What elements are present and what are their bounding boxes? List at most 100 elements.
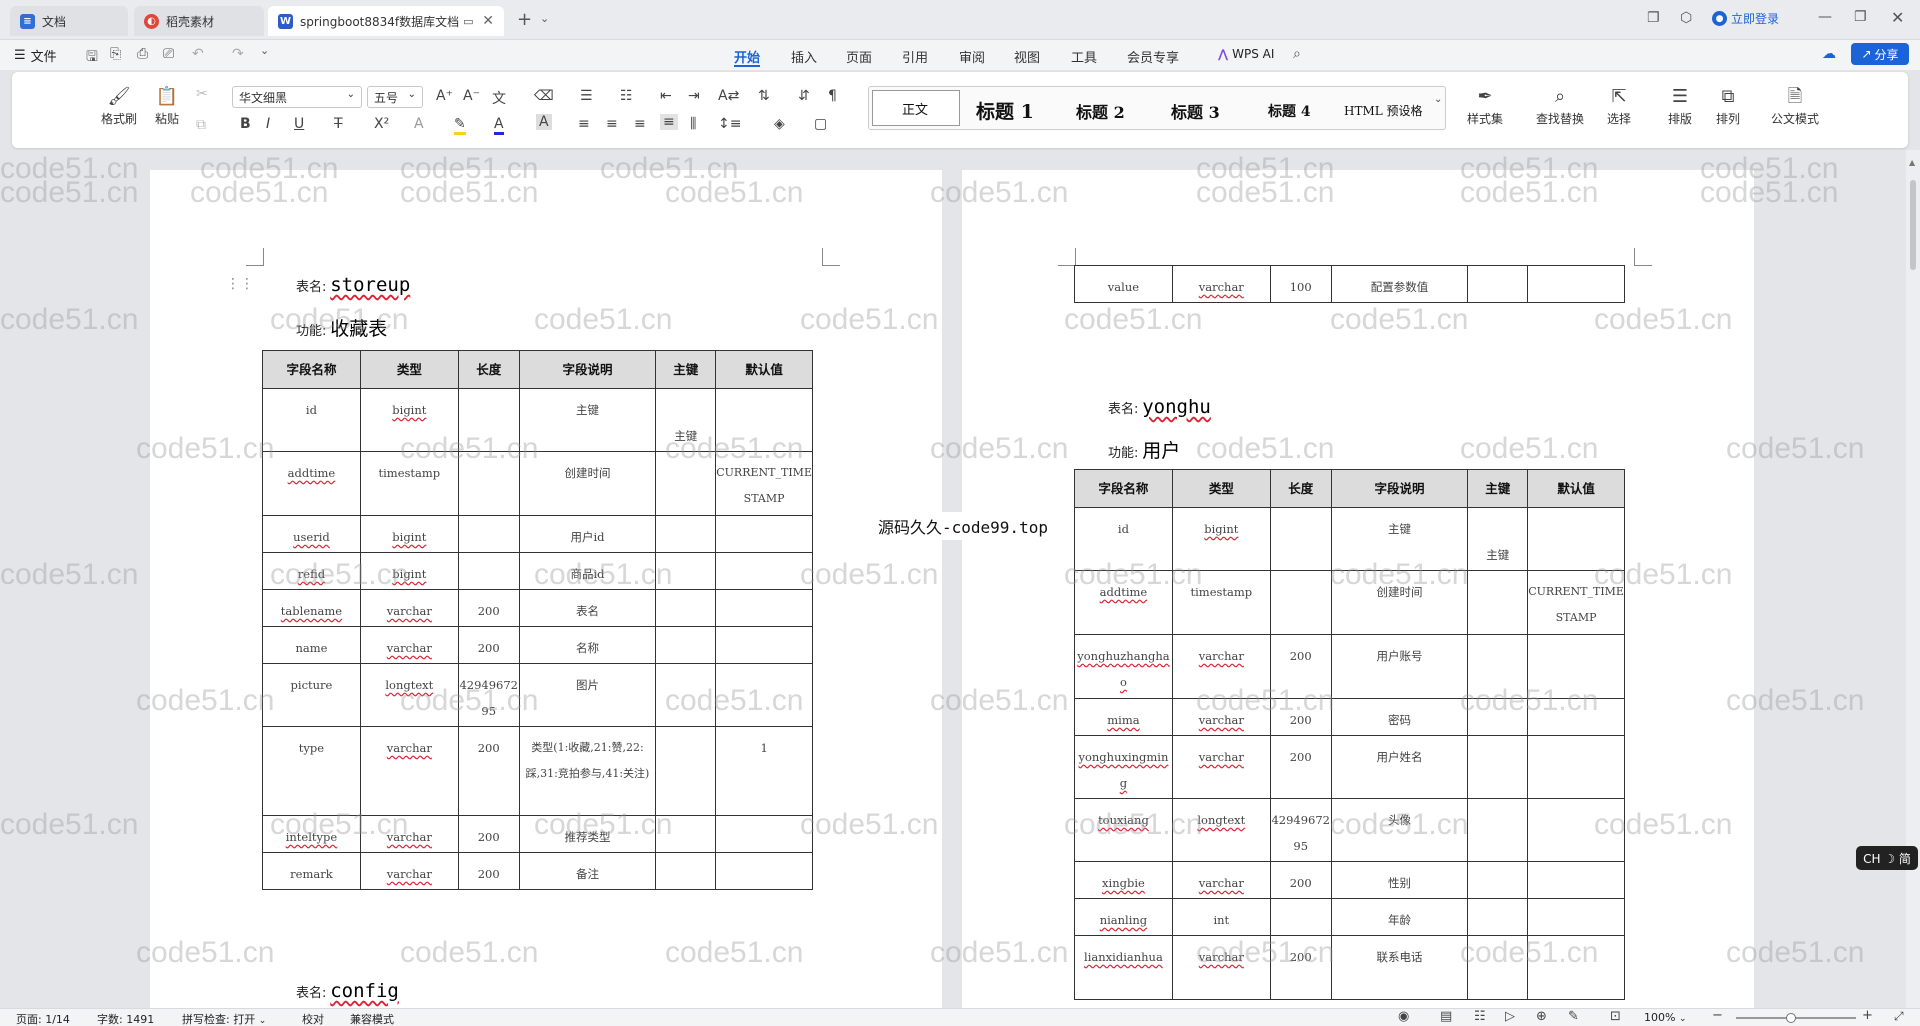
italic-icon[interactable]: I — [266, 116, 270, 132]
style-gallery-expand-icon[interactable]: ⌄ — [1434, 94, 1442, 105]
menu-home[interactable]: 开始 — [734, 47, 760, 66]
find-replace-button[interactable]: ⌕ 查找替换 — [1530, 84, 1590, 127]
zoom-in-icon[interactable]: + — [1862, 1008, 1873, 1023]
decrease-indent-icon[interactable]: ⇤ — [660, 88, 672, 104]
shrink-font-icon[interactable]: A⁻ — [463, 88, 480, 104]
proofread-button[interactable]: 校对 — [302, 1011, 324, 1026]
zoom-slider-track[interactable] — [1736, 1017, 1856, 1019]
print-preview-icon[interactable]: ⎚ — [163, 46, 174, 62]
redo-icon[interactable]: ↷ — [232, 46, 244, 62]
wps-ai-button[interactable]: ⋀ WPS AI — [1218, 47, 1274, 61]
style-heading-2[interactable]: 标题 2 — [1076, 99, 1125, 123]
style-set-button[interactable]: ✒ 样式集 — [1460, 84, 1510, 127]
new-tab-icon[interactable]: + — [517, 9, 532, 30]
paste-button[interactable]: 📋 粘贴 — [148, 84, 186, 127]
scissors-icon[interactable]: ✂ — [196, 86, 208, 102]
word-count[interactable]: 字数: 1491 — [97, 1011, 154, 1026]
undo-icon[interactable]: ↶ — [192, 46, 204, 62]
style-heading-3[interactable]: 标题 3 — [1171, 99, 1220, 123]
minimize-icon[interactable]: — — [1818, 9, 1832, 25]
strikethrough-icon[interactable]: T — [334, 116, 343, 132]
font-select[interactable]: 华文细黑 ⌄ — [232, 86, 362, 108]
outline-view-icon[interactable]: ☷ — [1474, 1009, 1486, 1024]
cube-icon[interactable]: ⬡ — [1680, 10, 1692, 26]
menu-page[interactable]: 页面 — [846, 47, 872, 66]
border-icon[interactable]: ▢ — [814, 116, 827, 132]
justify-icon[interactable]: ≡ — [660, 114, 678, 130]
menu-review[interactable]: 审阅 — [959, 47, 985, 66]
select-button[interactable]: ⇱ 选择 — [1598, 84, 1640, 127]
bullet-list-icon[interactable]: ☰ — [580, 88, 593, 104]
login-button[interactable]: ● 立即登录 — [1712, 10, 1779, 27]
more-chevron-icon[interactable]: ⌄ — [260, 44, 269, 57]
menu-tools[interactable]: 工具 — [1071, 47, 1097, 66]
page-view-icon[interactable]: ▤ — [1440, 1009, 1452, 1024]
zoom-level[interactable]: 100% ⌄ — [1644, 1011, 1687, 1024]
scroll-up-icon[interactable]: ▲ — [1909, 158, 1917, 168]
layout-button[interactable]: ☰ 排版 — [1658, 84, 1702, 127]
style-html-preset[interactable]: HTML 预设格 — [1344, 102, 1423, 119]
close-window-icon[interactable]: ✕ — [1891, 8, 1904, 27]
menu-view[interactable]: 视图 — [1014, 47, 1040, 66]
style-heading-4[interactable]: 标题 4 — [1268, 101, 1311, 121]
sort-icon[interactable]: ⇅ — [758, 88, 770, 104]
play-icon[interactable]: ▷ — [1505, 1009, 1515, 1024]
distribute-icon[interactable]: ⫼ — [690, 116, 696, 132]
export-icon[interactable]: ⎘ — [110, 46, 121, 62]
text-effect-icon[interactable]: A — [414, 116, 424, 132]
show-marks-icon[interactable]: ¶ — [828, 88, 837, 104]
fullscreen-icon[interactable]: ⤢ — [1894, 1009, 1904, 1024]
close-icon[interactable]: ✕ — [482, 13, 494, 29]
sort-az-icon[interactable]: ⇵ — [798, 88, 810, 104]
underline-icon[interactable]: U — [294, 116, 304, 132]
grow-font-icon[interactable]: A⁺ — [436, 88, 453, 104]
page-count[interactable]: 页面: 1/14 — [16, 1011, 70, 1026]
ime-indicator[interactable]: CH ☽ 简 — [1856, 846, 1918, 870]
tab-document[interactable]: W springboot8834f数据库文档 ▭ ✕ — [268, 6, 504, 36]
scrollbar-thumb[interactable] — [1910, 180, 1916, 270]
tab-docer[interactable]: ◐ 稻壳素材 — [134, 6, 264, 36]
window-icon[interactable]: ❐ — [1647, 10, 1660, 26]
zoom-slider-thumb[interactable] — [1786, 1013, 1796, 1023]
zoom-out-icon[interactable]: − — [1712, 1008, 1723, 1023]
eye-protect-icon[interactable]: ◉ — [1398, 1009, 1409, 1024]
save-icon[interactable]: 🖫 — [86, 46, 98, 70]
cloud-upload-icon[interactable]: ☁ — [1822, 46, 1836, 62]
highlight-icon[interactable]: ✎ — [454, 116, 466, 135]
pen-icon[interactable]: ✎ — [1568, 1009, 1579, 1024]
line-spacing-icon[interactable]: ↕≡ — [718, 116, 741, 132]
share-button[interactable]: ↗ 分享 — [1851, 43, 1909, 65]
search-icon[interactable]: ⌕ — [1293, 46, 1301, 62]
align-left-icon[interactable]: ≡ — [578, 116, 590, 132]
font-color-icon[interactable]: A — [494, 116, 504, 135]
copy-icon[interactable]: ⧉ — [196, 117, 206, 133]
monitor-icon[interactable]: ▭ — [463, 15, 473, 28]
shading-icon[interactable]: ◈ — [774, 116, 785, 132]
web-view-icon[interactable]: ⊕ — [1536, 1009, 1547, 1024]
menu-insert[interactable]: 插入 — [791, 47, 817, 66]
arrange-button[interactable]: ⧉ 排列 — [1706, 84, 1750, 127]
menu-member[interactable]: 会员专享 — [1127, 47, 1179, 66]
bold-icon[interactable]: B — [240, 116, 251, 132]
increase-indent-icon[interactable]: ⇥ — [688, 88, 700, 104]
text-direction-icon[interactable]: A⇄ — [718, 88, 739, 104]
official-mode-button[interactable]: 🗎 公文模式 — [1764, 84, 1826, 127]
menu-references[interactable]: 引用 — [902, 47, 928, 66]
tab-docs[interactable]: ≡ 文档 — [10, 6, 128, 36]
format-painter-button[interactable]: 🖌 格式刷 — [100, 84, 138, 127]
align-center-icon[interactable]: ≡ — [606, 116, 618, 132]
fit-page-icon[interactable]: ⊡ — [1610, 1009, 1621, 1024]
char-shading-icon[interactable]: A — [536, 114, 552, 130]
chevron-down-icon[interactable]: ⌄ — [540, 12, 549, 25]
print-icon[interactable]: ⎙ — [137, 46, 148, 62]
restore-icon[interactable]: ❐ — [1854, 9, 1867, 25]
eraser-icon[interactable]: ⌫ — [534, 88, 554, 104]
vertical-scrollbar[interactable]: ▲ — [1906, 150, 1920, 1008]
superscript-icon[interactable]: X² — [374, 116, 389, 132]
align-right-icon[interactable]: ≡ — [634, 116, 646, 132]
spell-check[interactable]: 拼写检查: 打开 ⌄ — [182, 1011, 266, 1026]
font-size-select[interactable]: 五号 ⌄ — [367, 86, 423, 108]
numbered-list-icon[interactable]: ☷ — [620, 88, 633, 104]
style-heading-1[interactable]: 标题 1 — [976, 97, 1034, 124]
file-menu[interactable]: ☰ 文件 — [14, 46, 57, 65]
